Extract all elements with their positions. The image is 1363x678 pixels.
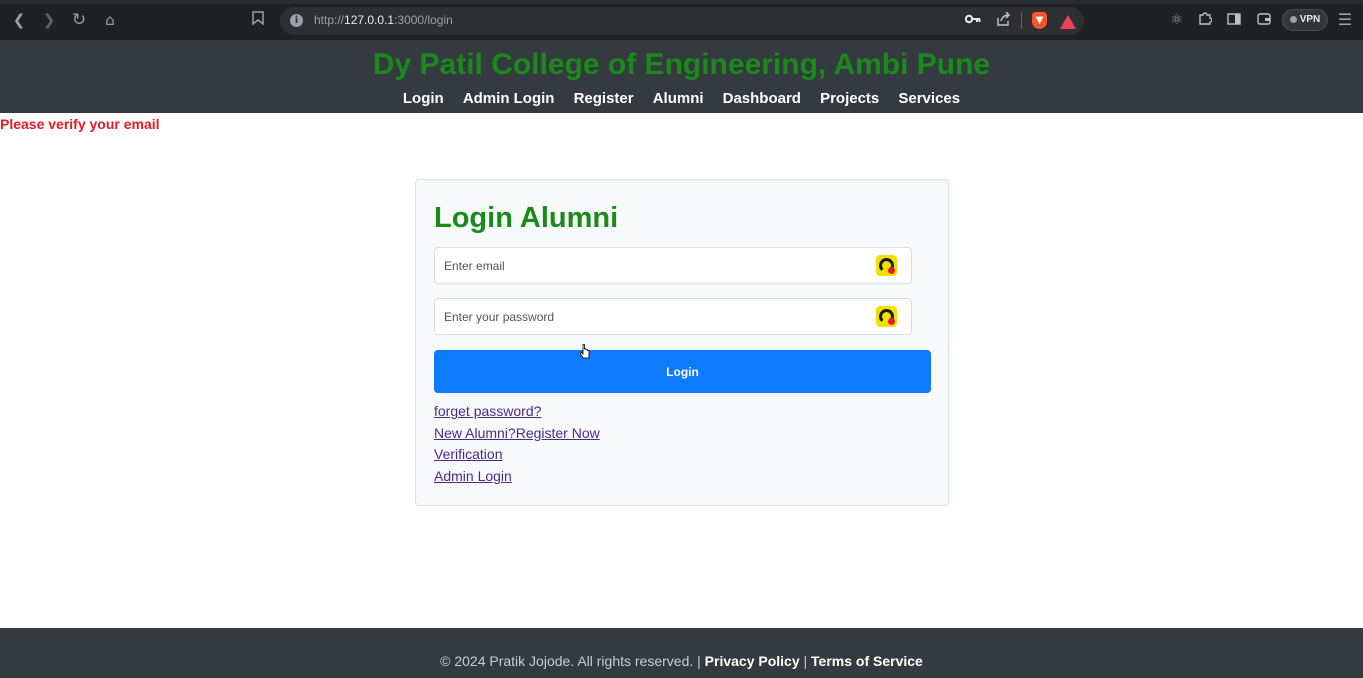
- home-icon[interactable]: ⌂: [100, 10, 120, 30]
- site-footer: © 2024 Pratik Jojode. All rights reserve…: [0, 628, 1363, 678]
- menu-icon[interactable]: ☰: [1335, 10, 1355, 30]
- info-icon[interactable]: i: [290, 14, 303, 27]
- wallet-shape: [1257, 13, 1271, 25]
- pm-dot: [888, 267, 895, 274]
- nav-services[interactable]: Services: [898, 90, 960, 107]
- tab-strip-edge: [0, 0, 1363, 4]
- browser-toolbar: ❮ ❯ ↻ ⌂ i http://127.0.0.1:3000/login ▼ …: [0, 0, 1363, 40]
- password-manager-icon[interactable]: [876, 306, 897, 327]
- extensions-puzzle-icon[interactable]: [1195, 10, 1215, 30]
- login-card: Login Alumni Login forget password? New …: [415, 179, 949, 506]
- forward-icon[interactable]: ❯: [39, 10, 59, 30]
- nav-dashboard[interactable]: Dashboard: [723, 90, 801, 107]
- main-nav: Login Admin Login Register Alumni Dashbo…: [0, 88, 1363, 107]
- nav-register[interactable]: Register: [574, 90, 634, 107]
- footer-text: © 2024 Pratik Jojode. All rights reserve…: [0, 653, 1363, 669]
- password-input[interactable]: [435, 299, 865, 334]
- back-icon[interactable]: ❮: [9, 10, 29, 30]
- share-shape: [996, 11, 1010, 26]
- register-now-link[interactable]: New Alumni?Register Now: [434, 423, 600, 445]
- forget-password-link[interactable]: forget password?: [434, 401, 600, 423]
- address-bar[interactable]: i http://127.0.0.1:3000/login ▼: [280, 7, 1084, 35]
- verify-email-alert: Please verify your email: [0, 116, 160, 132]
- url-text[interactable]: http://127.0.0.1:3000/login: [314, 13, 453, 27]
- vpn-status-icon: [1289, 16, 1297, 23]
- login-button[interactable]: Login: [434, 350, 931, 393]
- site-header: Dy Patil College of Engineering, Ambi Pu…: [0, 40, 1363, 113]
- reload-icon[interactable]: ↻: [69, 10, 89, 30]
- email-input[interactable]: [435, 248, 865, 283]
- vpn-label: VPN: [1299, 14, 1321, 25]
- login-links: forget password? New Alumni?Register Now…: [434, 401, 600, 487]
- hand-cursor-icon: [580, 344, 590, 359]
- key-shape: [964, 14, 981, 24]
- brave-rewards-icon[interactable]: [1060, 15, 1076, 29]
- email-field: [434, 247, 912, 284]
- verification-link[interactable]: Verification: [434, 444, 600, 466]
- pm-dot: [888, 318, 895, 325]
- nav-alumni[interactable]: Alumni: [653, 90, 704, 107]
- vpn-button[interactable]: VPN: [1282, 9, 1328, 31]
- key-icon[interactable]: [964, 12, 982, 30]
- sidebar-icon[interactable]: [1224, 10, 1244, 30]
- login-title: Login Alumni: [434, 202, 619, 234]
- privacy-policy-link[interactable]: Privacy Policy: [705, 653, 800, 669]
- divider: [1021, 13, 1022, 29]
- puzzle-shape: [1199, 12, 1213, 25]
- sidebar-shape: [1227, 13, 1241, 25]
- site-title: Dy Patil College of Engineering, Ambi Pu…: [372, 48, 991, 81]
- nav-login[interactable]: Login: [403, 90, 444, 107]
- terms-of-service-link[interactable]: Terms of Service: [811, 653, 923, 669]
- password-field: [434, 298, 912, 335]
- password-manager-icon[interactable]: [876, 255, 897, 276]
- wallet-icon[interactable]: [1254, 10, 1274, 30]
- brave-shield-icon[interactable]: ▼: [1032, 12, 1047, 29]
- bookmark-icon[interactable]: [248, 10, 268, 30]
- share-icon[interactable]: [994, 11, 1012, 30]
- url-path: :3000/login: [394, 13, 453, 27]
- nav-admin-login[interactable]: Admin Login: [463, 90, 555, 107]
- bookmark-shape: [252, 11, 264, 26]
- extension-atom-icon[interactable]: ⚛: [1167, 10, 1187, 30]
- nav-projects[interactable]: Projects: [820, 90, 879, 107]
- url-prefix: http://: [314, 13, 345, 27]
- url-host: 127.0.0.1: [344, 13, 395, 27]
- footer-separator: |: [803, 653, 808, 669]
- footer-copyright: © 2024 Pratik Jojode. All rights reserve…: [440, 653, 701, 669]
- admin-login-link[interactable]: Admin Login: [434, 466, 600, 488]
